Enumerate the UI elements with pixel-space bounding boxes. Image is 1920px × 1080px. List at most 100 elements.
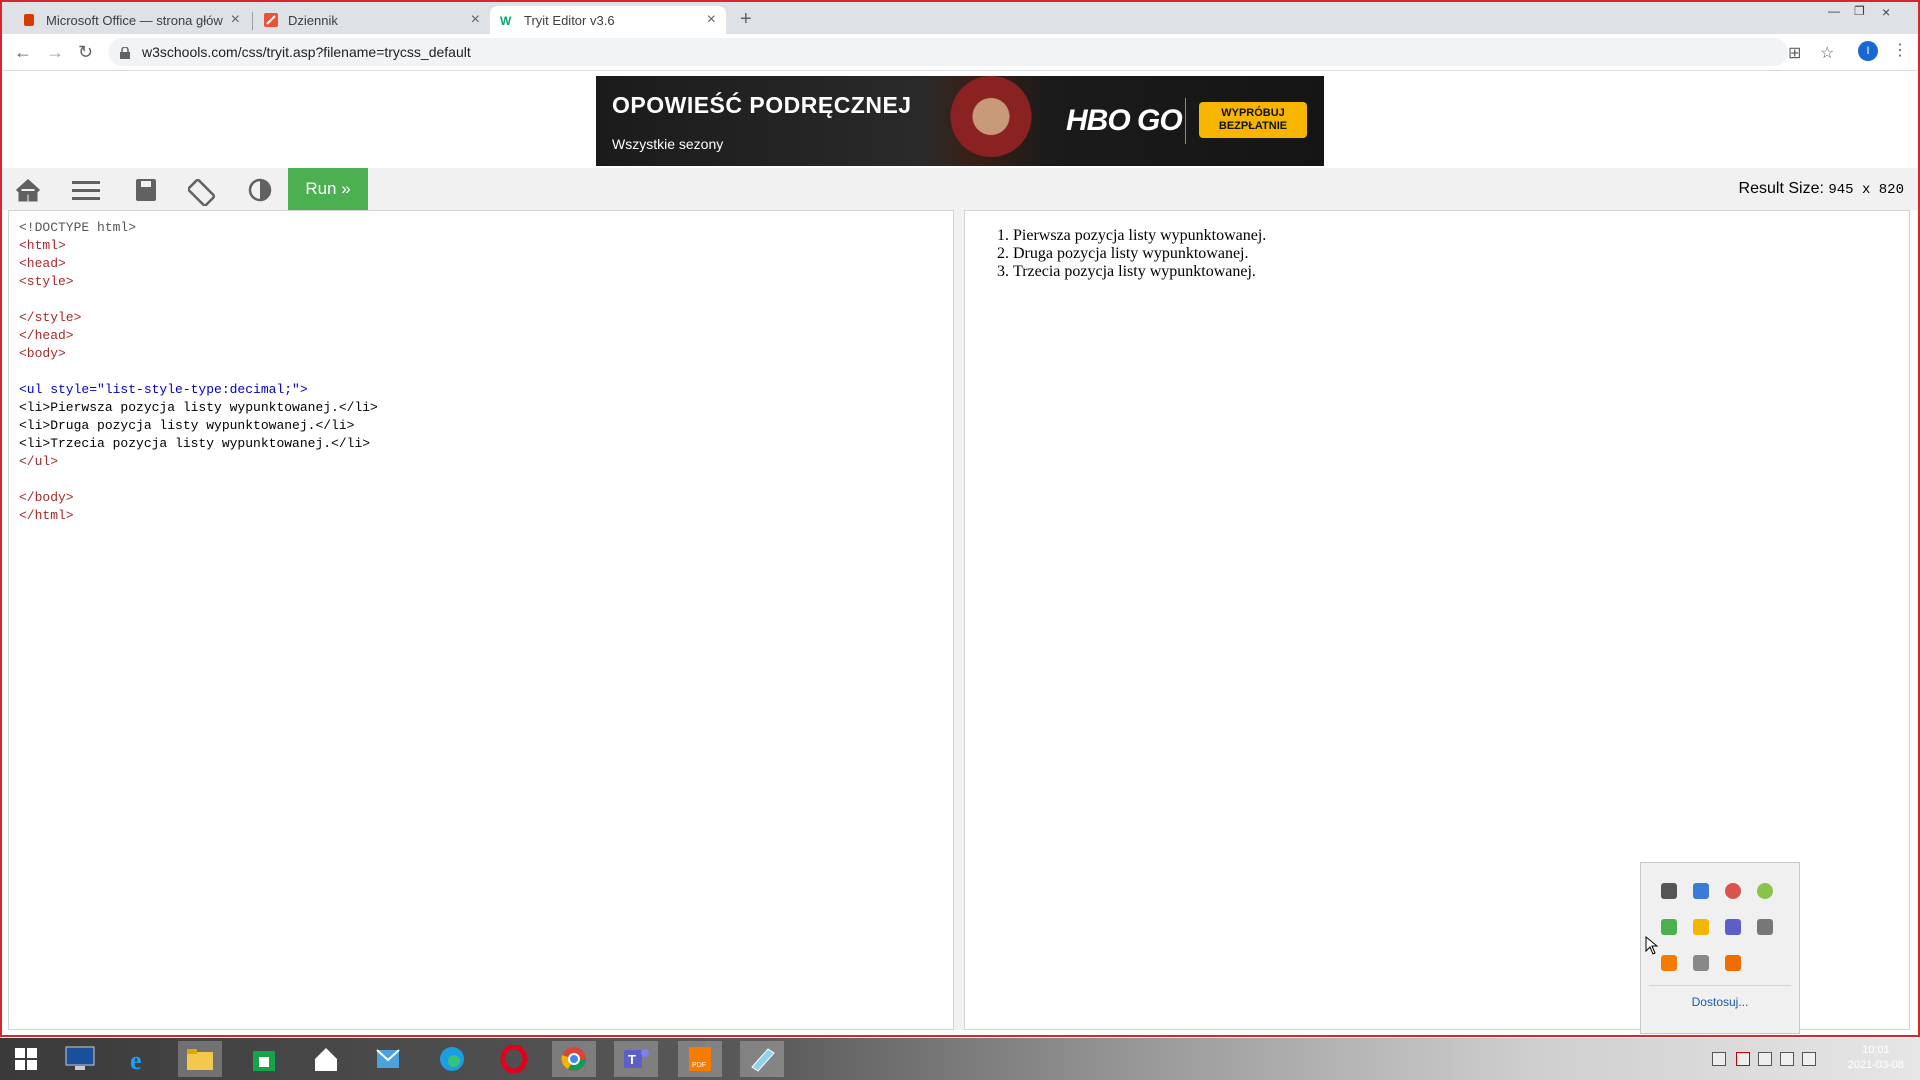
teams-icon[interactable]: T (614, 1041, 658, 1077)
restore-button[interactable]: ❐ (1854, 4, 1865, 18)
pdf-tray-icon[interactable] (1661, 955, 1677, 971)
minimize-button[interactable]: — (1828, 4, 1840, 18)
translate-icon[interactable]: ⊞ (1788, 43, 1801, 63)
svg-text:PDF: PDF (692, 1062, 706, 1069)
wifi-signal-icon[interactable] (1780, 1052, 1794, 1066)
code-editor[interactable]: <!DOCTYPE html> <html> <head> <style> </… (8, 210, 954, 1030)
lenovo-app-icon[interactable] (58, 1041, 102, 1077)
svg-text:e: e (130, 1046, 142, 1073)
network-error-icon[interactable] (1736, 1052, 1750, 1066)
code-line: </ul> (19, 454, 59, 469)
update-icon[interactable] (1757, 883, 1773, 899)
code-line: <li>Pierwsza pozycja listy wypunktowanej… (19, 400, 378, 415)
code-line: <head> (19, 256, 66, 271)
code-line: <ul style="list-style-type:decimal;"> (19, 382, 308, 397)
svg-text:W: W (500, 14, 512, 27)
ad-brand-logo: HBO GO (1066, 104, 1183, 137)
list-item: Druga pozycja listy wypunktowanej. (1013, 245, 1266, 263)
menu-icon[interactable] (72, 178, 100, 202)
office-icon (22, 13, 36, 27)
result-size-value: 945 x 820 (1828, 182, 1904, 198)
tray-overflow-popup: Dostosuj... (1640, 862, 1800, 1034)
volume-icon[interactable] (1802, 1052, 1816, 1066)
reload-icon[interactable]: ↻ (78, 42, 93, 63)
tab-title: Dziennik (288, 12, 338, 28)
tab-separator (252, 12, 253, 30)
tab-strip: Microsoft Office — strona główna × Dzien… (2, 2, 1918, 34)
code-line: </body> (19, 490, 74, 505)
pdf-app-icon[interactable]: PDF (678, 1041, 722, 1077)
internet-explorer-icon[interactable]: e (120, 1041, 164, 1077)
close-tab-icon[interactable]: × (231, 11, 240, 29)
customize-link[interactable]: Dostosuj... (1641, 995, 1799, 1009)
result-ordered-list: Pierwsza pozycja listy wypunktowanej. Dr… (1013, 227, 1266, 281)
edge-icon[interactable] (430, 1041, 474, 1077)
code-line: <!DOCTYPE html> (19, 220, 137, 235)
home-app-icon[interactable] (304, 1041, 348, 1077)
code-line: <style> (19, 274, 74, 289)
code-line: <li>Druga pozycja listy wypunktowanej.</… (19, 418, 355, 433)
panel-drag-handle[interactable] (954, 210, 964, 1030)
system-clock[interactable]: 10:01 2021-03-08 (1848, 1043, 1904, 1073)
back-icon[interactable]: ← (14, 42, 32, 63)
bookmark-star-icon[interactable]: ☆ (1820, 43, 1834, 63)
security-icon[interactable] (1661, 919, 1677, 935)
clock-time: 10:01 (1862, 1044, 1890, 1056)
close-window-button[interactable]: × (1882, 4, 1890, 20)
rotate-orientation-icon[interactable] (187, 178, 216, 207)
save-icon[interactable] (132, 178, 160, 202)
close-tab-icon[interactable]: × (707, 11, 716, 29)
result-size-readout: Result Size: 945 x 820 (1739, 180, 1904, 198)
tab-dziennik[interactable]: Dziennik × (254, 6, 490, 34)
list-item: Pierwsza pozycja listy wypunktowanej. (1013, 227, 1266, 245)
profile-avatar[interactable]: I (1858, 41, 1878, 61)
list-item: Trzecia pozycja listy wypunktowanej. (1013, 263, 1266, 281)
ad-banner[interactable]: OPOWIEŚĆ PODRĘCZNEJ Wszystkie sezony HBO… (596, 76, 1324, 166)
tab-microsoft-office[interactable]: Microsoft Office — strona główna × (12, 6, 250, 34)
code-line: </style> (19, 310, 82, 325)
color-app-icon[interactable] (1725, 883, 1741, 899)
mouse-cursor-icon (1645, 936, 1659, 955)
show-hidden-icons-button[interactable] (1712, 1052, 1726, 1066)
tab-tryit-editor[interactable]: W Tryit Editor v3.6 × (490, 6, 726, 34)
notepad-icon[interactable] (740, 1041, 784, 1077)
package-icon[interactable] (1693, 919, 1709, 935)
display-icon[interactable] (1661, 883, 1677, 899)
tab-title: Tryit Editor v3.6 (524, 12, 615, 28)
run-button[interactable]: Run » (288, 168, 368, 210)
code-line: <body> (19, 346, 66, 361)
theme-contrast-icon[interactable] (246, 178, 274, 202)
w3schools-icon: W (500, 13, 514, 28)
mail-icon[interactable] (366, 1041, 410, 1077)
code-text: <!DOCTYPE html> <html> <head> <style> </… (19, 219, 378, 525)
store-icon[interactable] (242, 1041, 286, 1077)
ad-figure-image (946, 76, 1036, 166)
ad-cta-button[interactable]: WYPRÓBUJ BEZPŁATNIE (1199, 102, 1307, 138)
printer-icon[interactable] (1693, 955, 1709, 971)
ad-subline: Wszystkie sezony (612, 136, 724, 152)
forward-icon[interactable]: → (46, 42, 64, 63)
app-tray-icon[interactable] (1725, 955, 1741, 971)
home-icon[interactable] (14, 178, 42, 202)
omnibox[interactable]: w3schools.com/css/tryit.asp?filename=try… (108, 38, 1788, 66)
network-app-icon[interactable] (1693, 883, 1709, 899)
tray-icon-grid (1653, 879, 1781, 975)
code-line: </html> (19, 508, 74, 523)
tray-divider (1649, 985, 1791, 986)
browser-menu-icon[interactable]: ⋮ (1892, 40, 1908, 60)
device-icon[interactable] (1757, 919, 1773, 935)
code-line: <html> (19, 238, 66, 253)
new-tab-button[interactable]: + (740, 8, 752, 31)
file-explorer-icon[interactable] (178, 1041, 222, 1077)
chrome-icon[interactable] (552, 1041, 596, 1077)
close-tab-icon[interactable]: × (471, 11, 480, 29)
battery-icon[interactable] (1758, 1052, 1772, 1066)
opera-icon[interactable] (492, 1041, 536, 1077)
lock-icon (120, 46, 130, 59)
windows-start-icon[interactable] (4, 1041, 48, 1077)
tab-title: Microsoft Office — strona główna (46, 12, 223, 28)
address-bar: ← → ↻ w3schools.com/css/tryit.asp?filena… (2, 34, 1918, 71)
teams-tray-icon[interactable] (1725, 919, 1741, 935)
